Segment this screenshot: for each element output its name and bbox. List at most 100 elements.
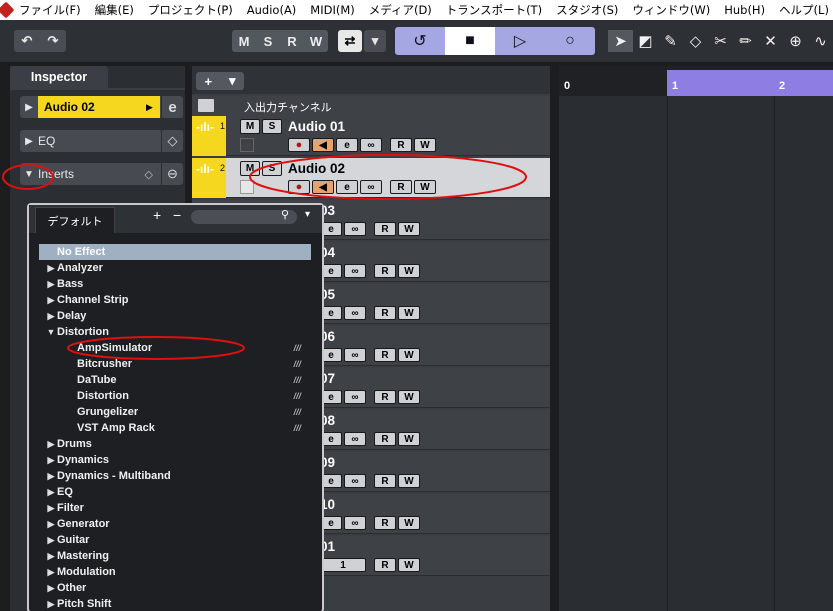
plugin-folder[interactable]: ▶ Delay — [39, 308, 311, 324]
plugin-folder[interactable]: ▶ Filter — [39, 500, 311, 516]
inserts-collapse-icon[interactable]: ▼ — [20, 169, 38, 180]
write-automation-button[interactable]: W — [414, 180, 436, 194]
options-dropdown-icon[interactable]: ▾ — [305, 209, 310, 220]
track-name[interactable]: Audio 01 — [288, 119, 345, 134]
monitor-button[interactable]: ◀ — [312, 138, 334, 152]
folder-expand-icon[interactable]: ▶ — [39, 263, 57, 274]
link-button[interactable]: ∞ — [344, 474, 366, 488]
add-track-dropdown-icon[interactable]: ▾ — [229, 73, 236, 89]
folder-expand-icon[interactable]: ▶ — [39, 279, 57, 290]
play-icon[interactable]: ▷ — [495, 27, 545, 55]
link-button[interactable]: ∞ — [344, 306, 366, 320]
menu-edit[interactable]: 編集(E) — [88, 2, 141, 18]
erase-icon[interactable]: ◇ — [683, 30, 708, 52]
read-automation-button[interactable]: R — [374, 474, 396, 488]
zoom-icon[interactable]: ⊕ — [783, 30, 808, 52]
io-channel-row[interactable]: 入出力チャンネル — [192, 96, 550, 116]
plugin-folder[interactable]: ▼ Distortion — [39, 324, 311, 340]
track-name[interactable]: Audio 02 — [288, 161, 345, 176]
inserts-bypass-icon[interactable]: ⊖ — [161, 163, 183, 185]
mute-tool-icon[interactable]: ✕ — [758, 30, 783, 52]
menu-project[interactable]: プロジェクト(P) — [141, 2, 240, 18]
track-select-checkbox[interactable] — [240, 138, 254, 152]
midi-channel-field[interactable]: 1 — [320, 558, 366, 572]
cycle-range[interactable] — [667, 70, 833, 96]
record-enable-button[interactable]: ● — [288, 138, 310, 152]
ruler[interactable]: 0 1 2 — [559, 66, 833, 96]
read-automation-button[interactable]: R — [374, 222, 396, 236]
folder-expand-icon[interactable]: ▶ — [39, 471, 57, 482]
remove-collection-icon[interactable]: − — [173, 207, 181, 223]
write-automation-button[interactable]: W — [398, 264, 420, 278]
search-icon[interactable]: ⚲ — [281, 208, 289, 221]
read-automation-button[interactable]: R — [390, 180, 412, 194]
track-row[interactable]: -ılı- 2 M S Audio 02 ● ◀ e ∞ R W — [192, 158, 550, 198]
plugin-folder[interactable]: ▶ Channel Strip — [39, 292, 311, 308]
link-button[interactable]: ∞ — [344, 264, 366, 278]
read-automation-button[interactable]: R — [390, 138, 412, 152]
folder-expand-icon[interactable]: ▶ — [39, 599, 57, 610]
menu-window[interactable]: ウィンドウ(W) — [625, 2, 717, 18]
split-icon[interactable]: ✂ — [708, 30, 733, 52]
link-button[interactable]: ∞ — [344, 390, 366, 404]
inspector-track-name[interactable]: Audio 02 — [38, 96, 146, 118]
write-mode-button[interactable]: W — [304, 30, 328, 52]
no-effect-item[interactable]: No Effect — [39, 244, 311, 260]
folder-expand-icon[interactable]: ▶ — [39, 535, 57, 546]
folder-collapse-icon[interactable]: ▼ — [39, 327, 57, 337]
monitor-button[interactable]: ◀ — [312, 180, 334, 194]
inspector-track-row[interactable]: ▶ Audio 02 ▶ e — [20, 96, 183, 118]
link-button[interactable]: ∞ — [344, 516, 366, 530]
read-mode-button[interactable]: R — [280, 30, 304, 52]
inspector-tab[interactable]: Inspector — [10, 66, 108, 88]
undo-icon[interactable]: ↶ — [14, 33, 40, 49]
plugin-folder[interactable]: ▶ Guitar — [39, 532, 311, 548]
plugin-folder[interactable]: ▶ Generator — [39, 516, 311, 532]
folder-expand-icon[interactable]: ▶ — [39, 455, 57, 466]
read-automation-button[interactable]: R — [374, 516, 396, 530]
read-automation-button[interactable]: R — [374, 306, 396, 320]
link-button[interactable]: ∞ — [360, 138, 382, 152]
line-icon[interactable]: ∿ — [808, 30, 833, 52]
write-automation-button[interactable]: W — [398, 516, 420, 530]
inspector-eq-section[interactable]: ▶ EQ ◇ — [20, 130, 183, 152]
snap-icon[interactable]: ⇄ — [338, 30, 362, 52]
mute-mode-button[interactable]: M — [232, 30, 256, 52]
menu-help[interactable]: ヘルプ(L) — [772, 2, 833, 18]
range-select-icon[interactable]: ◩ — [633, 30, 658, 52]
redo-icon[interactable]: ↷ — [40, 33, 66, 49]
write-automation-button[interactable]: W — [398, 348, 420, 362]
add-track-button[interactable]: + ▾ — [196, 72, 244, 90]
plugin-item[interactable]: VST Amp Rack /// — [39, 420, 311, 436]
object-select-icon[interactable]: ➤ — [608, 30, 633, 52]
link-button[interactable]: ∞ — [360, 180, 382, 194]
folder-expand-icon[interactable]: ▶ — [39, 295, 57, 306]
plugin-folder[interactable]: ▶ Dynamics — [39, 452, 311, 468]
write-automation-button[interactable]: W — [398, 432, 420, 446]
plugin-item[interactable]: Distortion /// — [39, 388, 311, 404]
plugin-folder[interactable]: ▶ Pitch Shift — [39, 596, 311, 611]
solo-button[interactable]: S — [262, 119, 282, 134]
folder-expand-icon[interactable]: ▶ — [39, 551, 57, 562]
cycle-icon[interactable]: ↺ — [395, 27, 445, 55]
link-button[interactable]: ∞ — [344, 222, 366, 236]
plugin-folder[interactable]: ▶ Bass — [39, 276, 311, 292]
menu-audio[interactable]: Audio(A) — [240, 3, 304, 17]
read-automation-button[interactable]: R — [374, 264, 396, 278]
record-enable-button[interactable]: ● — [288, 180, 310, 194]
mute-button[interactable]: M — [240, 119, 260, 134]
eq-expand-icon[interactable]: ▶ — [20, 136, 38, 147]
plugin-folder[interactable]: ▶ Dynamics - Multiband — [39, 468, 311, 484]
plugin-folder[interactable]: ▶ Analyzer — [39, 260, 311, 276]
write-automation-button[interactable]: W — [398, 558, 420, 572]
folder-expand-icon[interactable]: ▶ — [39, 567, 57, 578]
read-automation-button[interactable]: R — [374, 390, 396, 404]
plugin-item[interactable]: AmpSimulator /// — [39, 340, 311, 356]
tab-default[interactable]: デフォルト — [35, 207, 115, 233]
record-icon[interactable]: ○ — [545, 27, 595, 55]
read-automation-button[interactable]: R — [374, 348, 396, 362]
folder-expand-icon[interactable]: ▶ — [39, 311, 57, 322]
plugin-item[interactable]: DaTube /// — [39, 372, 311, 388]
stop-icon[interactable]: ■ — [445, 27, 495, 55]
read-automation-button[interactable]: R — [374, 558, 396, 572]
